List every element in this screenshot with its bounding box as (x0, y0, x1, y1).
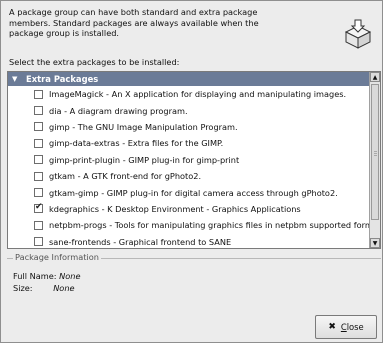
intro-text: A package group can have both standard a… (9, 7, 329, 39)
package-checkbox[interactable] (34, 138, 43, 148)
vertical-scrollbar[interactable]: ▲ ▼ (369, 72, 380, 248)
group-title: Extra Packages (26, 74, 99, 84)
size-label: Size: (13, 283, 33, 293)
package-label: gtkam-gimp - GIMP plug-in for digital ca… (49, 187, 338, 198)
scroll-up-arrow-icon[interactable]: ▲ (370, 72, 380, 82)
package-label: gtkam - A GTK front-end for gPhoto2. (49, 171, 202, 182)
package-checkbox[interactable] (34, 237, 43, 247)
package-checkbox[interactable] (34, 202, 43, 214)
package-row[interactable]: dia - A diagram drawing program. (8, 102, 371, 118)
package-label: sane-frontends - Graphical frontend to S… (49, 236, 232, 247)
package-checkbox[interactable] (34, 106, 43, 116)
close-button[interactable]: ✖ Close (315, 315, 377, 339)
package-label: netpbm-progs - Tools for manipulating gr… (49, 220, 381, 231)
package-box-icon (344, 19, 372, 49)
package-row[interactable]: ImageMagick - An X application for displ… (8, 86, 371, 102)
package-label: dia - A diagram drawing program. (49, 105, 188, 116)
package-checkbox[interactable] (34, 188, 43, 198)
package-checkbox[interactable] (34, 171, 43, 181)
intro-line-3: package group is installed. (9, 28, 120, 38)
package-row[interactable]: gimp - The GNU Image Manipulation Progra… (8, 119, 371, 135)
package-row[interactable]: kdegraphics - K Desktop Environment - Gr… (8, 201, 371, 217)
package-label: ImageMagick - An X application for displ… (49, 89, 347, 100)
scroll-down-arrow-icon[interactable]: ▼ (370, 238, 380, 248)
package-row[interactable]: sane-frontends - Graphical frontend to S… (8, 234, 371, 248)
package-label: gimp - The GNU Image Manipulation Progra… (49, 121, 238, 132)
package-checkbox[interactable] (34, 89, 43, 99)
package-label: gimp-print-plugin - GIMP plug-in for gim… (49, 154, 240, 165)
close-button-label: Close (340, 322, 364, 332)
package-checkbox[interactable] (34, 155, 43, 165)
select-extra-label: Select the extra packages to be installe… (9, 57, 180, 67)
full-name-row: Full Name: None (13, 271, 81, 281)
full-name-label: Full Name: (13, 271, 57, 281)
package-label: gimp-data-extras - Extra files for the G… (49, 138, 224, 149)
size-row: Size: None (13, 283, 75, 293)
package-information-frame: Package Information Full Name: None Size… (7, 252, 381, 302)
package-label: kdegraphics - K Desktop Environment - Gr… (49, 203, 301, 214)
intro-line-2: members. Standard packages are always av… (9, 17, 259, 28)
close-x-icon: ✖ (328, 322, 336, 332)
package-checkbox[interactable] (34, 220, 43, 230)
package-information-title: Package Information (13, 252, 101, 262)
package-checkbox[interactable] (34, 122, 43, 132)
package-row[interactable]: netpbm-progs - Tools for manipulating gr… (8, 217, 380, 233)
package-row[interactable]: gtkam - A GTK front-end for gPhoto2. (8, 168, 371, 184)
package-rows: ImageMagick - An X application for displ… (8, 86, 380, 248)
size-value: None (53, 283, 75, 293)
intro-line-1: A package group can have both standard a… (9, 7, 258, 17)
expander-triangle-icon[interactable]: ▼ (12, 75, 20, 83)
package-row[interactable]: gimp-print-plugin - GIMP plug-in for gim… (8, 152, 371, 168)
full-name-value: None (59, 271, 81, 281)
extra-packages-list[interactable]: ▼ Extra Packages ImageMagick - An X appl… (7, 71, 381, 249)
package-row[interactable]: gimp-data-extras - Extra files for the G… (8, 135, 371, 151)
scrollbar-thumb[interactable] (371, 84, 379, 220)
package-row[interactable]: gtkam-gimp - GIMP plug-in for digital ca… (8, 184, 371, 200)
group-header-extra-packages[interactable]: ▼ Extra Packages (8, 72, 371, 86)
package-details-dialog: A package group can have both standard a… (0, 0, 383, 343)
